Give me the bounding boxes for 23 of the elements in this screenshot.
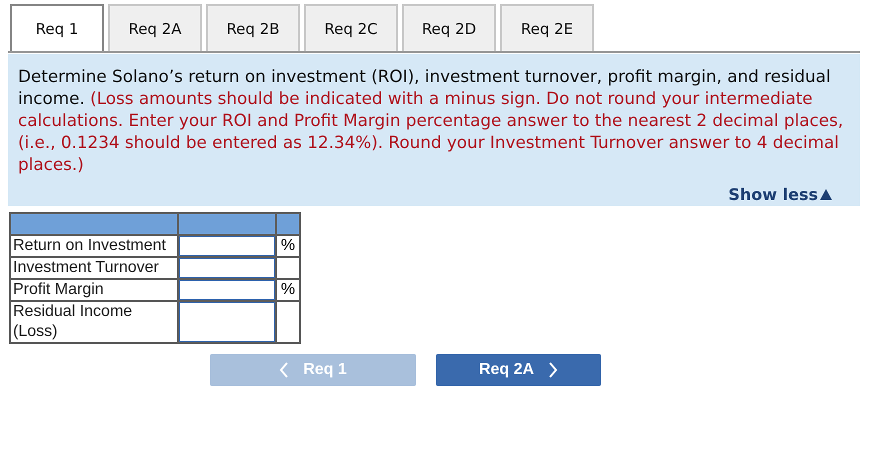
next-button[interactable]: Req 2A — [436, 354, 601, 386]
unit-label: % — [276, 279, 300, 301]
tab[interactable]: Req 2A — [108, 4, 202, 51]
instructions-text: Determine Solano’s return on investment (ROI), investment turnover, profit margin, and residual income. (Loss amounts should be indicated with a minus sign. Do not round your intermediate calculations. Enter your ROI and Profit Margin percentage answer to the nearest 2 decimal places, (i.e., 0.1234 should be entered as 12.34%). Round your Investment Turnover answer to 4 decimal places.) — [18, 65, 844, 175]
header-cell — [276, 213, 300, 235]
tab[interactable]: Req 2D — [402, 4, 496, 51]
show-less-link[interactable]: Show less — [728, 185, 832, 204]
tab[interactable]: Req 2B — [206, 4, 300, 51]
row-label: Return on Investment — [10, 235, 178, 257]
tab[interactable]: Req 2E — [500, 4, 594, 51]
row-label: Residual Income (Loss) — [10, 301, 178, 343]
triangle-up-icon — [820, 189, 832, 200]
chevron-left-icon — [279, 362, 290, 378]
input-field[interactable] — [179, 236, 275, 256]
row-label: Profit Margin — [10, 279, 178, 301]
input-field[interactable] — [179, 302, 275, 342]
chevron-right-icon — [548, 362, 558, 378]
input-field[interactable] — [179, 280, 275, 300]
tab[interactable]: Req 2C — [304, 4, 398, 51]
unit-label: % — [276, 235, 300, 257]
input-field[interactable] — [179, 258, 275, 278]
tab[interactable]: Req 1 — [10, 4, 104, 51]
row-label: Investment Turnover — [10, 257, 178, 279]
